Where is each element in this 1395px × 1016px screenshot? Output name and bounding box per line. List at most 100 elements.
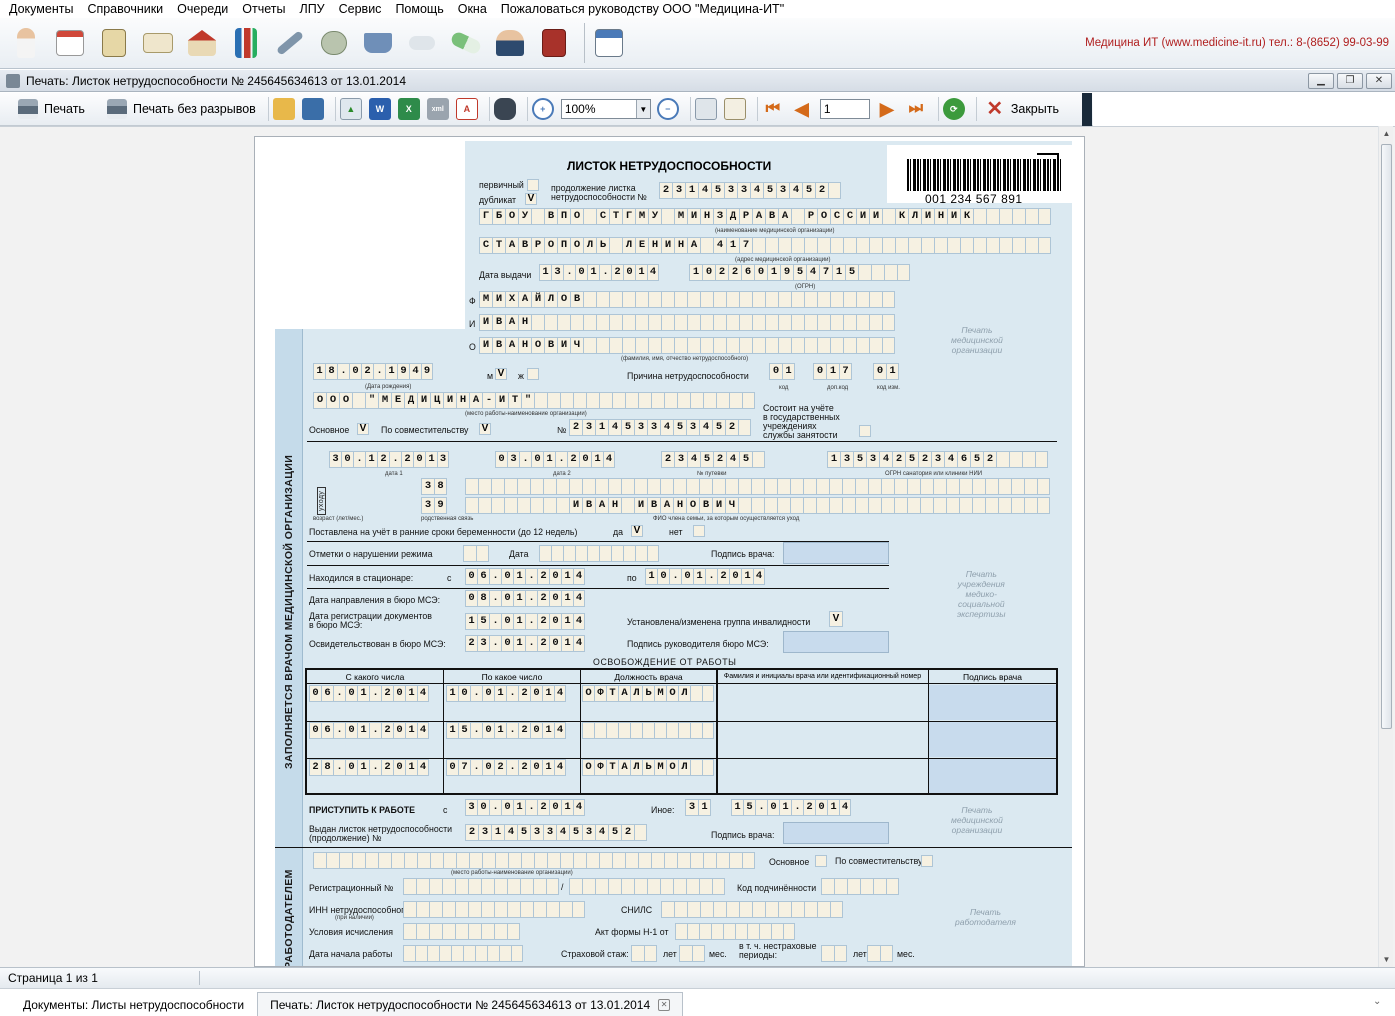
char-cell: 4 [595, 824, 608, 841]
char-cell [494, 901, 507, 918]
char-cell: 1 [543, 451, 555, 468]
tab-label: Печать: Листок нетрудоспособности № 2456… [270, 997, 651, 1012]
char-cell: В [492, 314, 505, 331]
char-cell: И [417, 392, 430, 409]
char-cell [700, 291, 713, 308]
menu-complain[interactable]: Пожаловаться руководству ООО "Медицина-И… [494, 0, 791, 18]
prev-page-icon[interactable]: ◀ [791, 98, 813, 120]
zoom-in-icon[interactable]: + [531, 98, 554, 120]
pdf-export-icon[interactable]: A [455, 98, 478, 120]
first-page-icon[interactable]: ⏮ [762, 98, 784, 120]
menu-reports[interactable]: Отчеты [235, 0, 292, 18]
menu-documents[interactable]: Документы [2, 0, 80, 18]
char-cell: 3 [582, 824, 595, 841]
save-icon[interactable] [301, 98, 324, 120]
restore-button[interactable]: ❐ [1337, 72, 1363, 89]
char-cell: 1 [513, 799, 525, 816]
vertical-scrollbar[interactable]: ▲ ▼ [1378, 126, 1393, 967]
char-cell: . [669, 568, 681, 585]
char-cell: 3 [685, 799, 698, 816]
char-cell [560, 852, 573, 869]
char-cell: 3 [582, 419, 595, 436]
card-file-icon[interactable] [96, 24, 132, 62]
cart-icon[interactable] [360, 24, 396, 62]
calendar-icon[interactable] [52, 24, 88, 62]
certificate-icon[interactable] [140, 24, 176, 62]
xml-export-icon[interactable]: xml [426, 98, 449, 120]
syringe-icon[interactable] [272, 24, 308, 62]
emp-part-label: По совместительству [835, 856, 923, 866]
print-nobreaks-button[interactable]: Печать без разрывов [103, 96, 260, 122]
export-icon[interactable]: ▲ [339, 98, 362, 120]
hospital-icon[interactable] [184, 24, 220, 62]
money-icon[interactable] [316, 24, 352, 62]
char-cell [817, 237, 830, 254]
open-folder-icon[interactable] [272, 98, 295, 120]
scroll-down-arrow-icon[interactable]: ▼ [1379, 952, 1394, 967]
tab-list-chevron-icon[interactable]: ⌄ [1373, 996, 1387, 1008]
ogrn-caption: (ОГРН) [795, 284, 816, 290]
word-export-icon[interactable]: W [368, 98, 391, 120]
char-cell: И [921, 208, 934, 225]
char-cell: И [479, 337, 492, 354]
sanatorium-ogrn: 1353425234652 [827, 451, 1048, 468]
char-cell: 3 [543, 824, 556, 841]
close-label: Закрыть [1010, 102, 1059, 116]
find-binoculars-icon[interactable] [493, 98, 516, 120]
char-cell [933, 478, 946, 495]
char-cell [416, 901, 429, 918]
char-cell [804, 237, 817, 254]
print-button[interactable]: Печать [14, 96, 89, 122]
char-cell [726, 337, 739, 354]
char-cell: 0 [579, 451, 591, 468]
capsule-icon[interactable] [448, 24, 484, 62]
menu-queues[interactable]: Очереди [170, 0, 235, 18]
char-cell: 4 [944, 451, 957, 468]
doctor-icon[interactable] [8, 24, 44, 62]
users-icon[interactable] [492, 24, 528, 62]
minimize-button[interactable]: ▁ [1308, 72, 1334, 89]
scroll-up-arrow-icon[interactable]: ▲ [1379, 126, 1394, 141]
page-number-input[interactable] [819, 99, 870, 119]
char-cell: Л [678, 685, 690, 702]
menu-service[interactable]: Сервис [332, 0, 389, 18]
tab-sick-leave-documents[interactable]: Документы: Листы нетрудоспособности [10, 992, 257, 1016]
char-cell [625, 392, 638, 409]
refresh-icon[interactable]: ⟳ [942, 98, 965, 120]
menu-lpu[interactable]: ЛПУ [292, 0, 331, 18]
close-tab-icon[interactable]: ✕ [658, 998, 671, 1011]
menu-windows[interactable]: Окна [451, 0, 494, 18]
char-cell [1012, 208, 1025, 225]
zoom-select[interactable]: 100% ▼ [560, 99, 651, 119]
edit-icon[interactable] [723, 98, 746, 120]
char-cell [642, 722, 654, 739]
char-cell [790, 497, 803, 514]
menu-references[interactable]: Справочники [80, 0, 170, 18]
tab-print-sick-leave[interactable]: Печать: Листок нетрудоспособности № 2456… [257, 992, 684, 1016]
char-cell [713, 901, 726, 918]
menu-help[interactable]: Помощь [388, 0, 450, 18]
schedule-clock-icon[interactable] [591, 24, 627, 62]
char-cell [664, 852, 677, 869]
excel-export-icon[interactable]: X [397, 98, 420, 120]
return-sign-label: Подпись врача: [711, 830, 775, 840]
char-cell: 4 [573, 635, 585, 652]
char-cell [700, 314, 713, 331]
page-setup-icon[interactable] [694, 98, 717, 120]
close-window-button[interactable]: ✕ [1366, 72, 1392, 89]
chevron-down-icon[interactable]: ▼ [635, 100, 650, 118]
char-cell: 2 [611, 264, 623, 281]
char-cell [920, 478, 933, 495]
char-cell [544, 314, 557, 331]
lab-tubes-icon[interactable] [228, 24, 264, 62]
next-page-icon[interactable]: ▶ [876, 98, 898, 120]
scroll-thumb[interactable] [1381, 144, 1392, 729]
char-cell: 1 [357, 759, 369, 776]
emp-main-label: Основное [769, 857, 810, 867]
pills-icon[interactable] [404, 24, 440, 62]
book-icon[interactable] [536, 24, 572, 62]
last-page-icon[interactable]: ⏭ [905, 98, 927, 120]
toolbar-overflow-handle[interactable] [1082, 93, 1092, 126]
zoom-out-icon[interactable]: − [656, 98, 679, 120]
close-button[interactable]: ✕ Закрыть [981, 96, 1063, 122]
